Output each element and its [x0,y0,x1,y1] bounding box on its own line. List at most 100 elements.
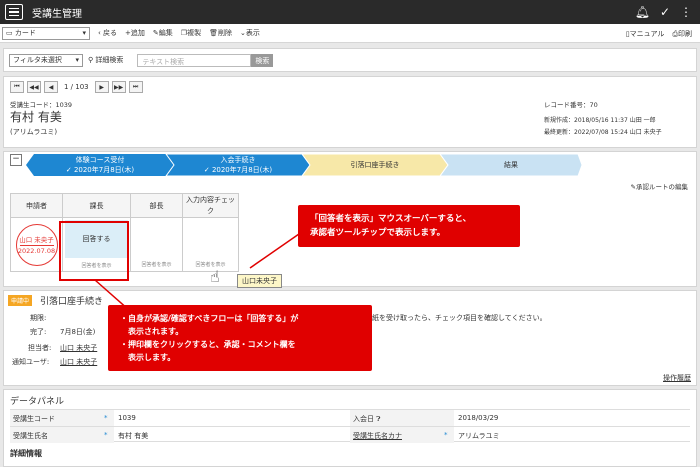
search-button[interactable]: 検索 [251,53,274,67]
notify-link[interactable]: 山口 未央子 [60,357,97,367]
bell-icon[interactable]: 🔔︎ [635,5,650,19]
last-page-icon[interactable]: ⏭ [128,81,143,93]
applicant-stamp-cell[interactable]: 山口 未央子 2022.07.08 [10,217,63,272]
copy-button[interactable]: ❐複製 [181,28,201,38]
edit-label: 編集 [158,29,173,37]
more-icon[interactable]: ⋮ [680,5,692,19]
history-link[interactable]: 操作履歴 [663,373,691,383]
first-page-icon[interactable]: ⏮ [10,81,24,93]
chevron-down-icon: ▾ [75,56,79,64]
check-icon[interactable]: ✓ [660,5,670,19]
filter-select[interactable]: フィルタ未選択 ▾ [9,53,83,67]
fast-forward-icon[interactable]: ▶▶ [111,81,126,93]
header-section-chief: 課長 [62,193,131,218]
add-button[interactable]: +追加 [125,28,145,38]
period-label: 期限: [30,314,47,322]
record-number: レコード番号：70 [544,101,598,109]
display-label: 表示 [245,29,260,37]
student-name-label: 受講生氏名 [10,427,114,443]
display-button[interactable]: ⌄表示 [240,28,260,38]
step-trial-date: ✓ 2020年7月8日(木) [65,166,135,174]
detail-search-label: 詳細検索 [95,56,124,64]
collapse-icon[interactable]: − [10,154,22,166]
owner-label: 担当者: [28,344,52,352]
data-row: 受講生コード * 1039 入会日 ❓︎ 2018/03/29 [10,409,690,426]
required-mark: * [444,431,448,439]
app-title: 受講生管理 [32,8,82,20]
join-date-label-text: 入会日 [353,415,374,423]
header-applicant: 申請者 [10,193,63,218]
memo-text: 紙を受け取ったら、チェック項目を確認してください。 [372,314,547,322]
updated-info: 最終更新：2022/07/08 15:24 山口 未央子 [544,129,662,136]
data-row: 受講生氏名 * 有村 有美 受講生氏名カナ * アリムラユミ [10,426,690,443]
filter-select-value: フィルタ未選択 [13,56,62,64]
card-icon: ▭ [6,29,13,37]
rewind-icon[interactable]: ◀◀ [27,81,41,93]
search-icon: ⚲ [88,56,94,64]
data-panel-title: データパネル [10,397,65,407]
student-kana-value: アリムラユミ [458,432,500,440]
detail-info-heading: 詳細情報 [10,449,42,458]
edit-button[interactable]: ✎編集 [153,28,173,38]
step-result[interactable]: 結果 [440,154,582,176]
print-label: 印刷 [678,30,692,38]
department-head-cell[interactable]: 回答者を表示 [130,217,183,272]
step-debit-account[interactable]: 引落口座手続き [302,154,448,176]
approval-stamp: 山口 未央子 2022.07.08 [15,223,58,266]
stamp-name: 山口 未央子 [19,236,54,244]
detail-search-link[interactable]: ⚲ 詳細検索 [88,55,123,65]
view-select-value: カード [14,29,36,37]
back-button[interactable]: ‹ 戻る [98,28,117,38]
filter-bar: フィルタ未選択 ▾ ⚲ 詳細検索 テキスト検索 検索 [3,48,697,72]
header-department-head: 部長 [130,193,183,218]
step-enrollment-title: 入会手続き [220,156,256,164]
view-select[interactable]: ▭ カード ▾ [2,26,90,40]
delete-button[interactable]: 🗑︎削除 [209,28,232,38]
owner-link[interactable]: 山口 未央子 [60,343,97,353]
add-label: 追加 [130,29,145,37]
next-icon[interactable]: ▶ [94,81,109,93]
stamp-date: 2022.07.08 [17,247,56,255]
copy-label: 複製 [187,29,202,37]
flow-callout: ・自身が承認/確認すべきフローは「回答する」が 表示されます。 ・押印欄をクリッ… [108,305,372,371]
edit-route-label: 承認ルートの編集 [636,183,688,191]
input-check-cell[interactable]: 回答者を表示 [182,217,239,272]
step-trial-title: 体験コース受付 [75,156,125,164]
manual-button[interactable]: ▯マニュアル [626,29,665,39]
prev-icon[interactable]: ◀ [44,81,58,93]
chevron-left-icon: ‹ [98,29,101,37]
app-header: 受講生管理 🔔︎ ✓ ⋮ [0,0,700,24]
header-input-check: 入力内容チェック [182,193,239,218]
pager: ⏮ ◀◀ ◀ 1 / 103 ▶ ▶▶ ⏭ [10,81,143,93]
done-label: 完了: [30,328,47,336]
workflow-steps: 体験コース受付 ✓ 2020年7月8日(木) 入会手続き ✓ 2020年7月8日… [26,154,586,176]
required-mark: * [104,414,108,422]
status-badge: 申請中 [8,295,33,306]
record-header: ⏮ ◀◀ ◀ 1 / 103 ▶ ▶▶ ⏭ 受講生コード：1039 有村 有美 … [3,76,697,148]
step-result-title: 結果 [504,161,518,169]
student-kana-label[interactable]: 受講生氏名カナ [350,427,454,443]
search-input[interactable]: テキスト検索 [137,53,252,67]
show-respondents-link[interactable]: 回答者を表示 [131,261,182,268]
trash-icon: 🗑︎ [209,29,218,37]
application-title: 引落口座手続き [40,297,104,307]
manual-label: マニュアル [629,30,665,38]
step-enrollment[interactable]: 入会手続き ✓ 2020年7月8日(木) [166,154,310,176]
respondent-tooltip: 山口未央子 [237,274,282,288]
step-trial[interactable]: 体験コース受付 ✓ 2020年7月8日(木) [26,154,174,176]
back-label: 戻る [103,29,118,37]
cursor-icon: ☝ [210,267,220,286]
step-enrollment-date: ✓ 2020年7月8日(木) [203,166,273,174]
student-name: 有村 有美 [10,110,62,124]
delete-label: 削除 [217,29,232,37]
toolbar: ▭ カード ▾ ‹ 戻る +追加 ✎編集 ❐複製 🗑︎削除 ⌄表示 ▯マニュアル … [0,24,700,43]
highlight-box [59,221,129,281]
student-name-value: 有村 有美 [118,432,149,440]
student-code-label: 受講生コード [10,410,114,426]
edit-route-link[interactable]: ✎承認ルートの編集 [631,181,688,191]
data-panel: データパネル 受講生コード * 1039 入会日 ❓︎ 2018/03/29 受… [3,389,697,467]
print-button[interactable]: ⎙印刷 [672,29,692,39]
help-icon[interactable]: ❓︎ [376,415,380,423]
menu-icon[interactable] [5,4,23,20]
created-info: 新規作成：2018/05/16 11:37 山田 一郎 [544,117,656,124]
